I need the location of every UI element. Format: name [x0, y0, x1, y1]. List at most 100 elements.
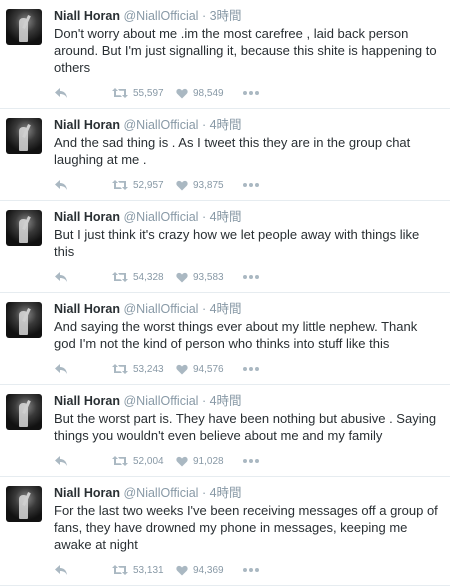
like-button[interactable]: 98,549 — [176, 88, 242, 99]
tweet-feed: Niall Horan @NiallOfficial · 3時間 Don't w… — [0, 0, 450, 586]
retweet-icon — [112, 180, 128, 190]
more-button[interactable] — [242, 458, 266, 464]
more-button[interactable] — [242, 567, 266, 573]
more-button[interactable] — [242, 274, 266, 280]
avatar[interactable] — [6, 302, 42, 338]
like-button[interactable]: 91,028 — [176, 456, 242, 467]
tweet-header: Niall Horan @NiallOfficial · 4時間 — [54, 485, 442, 501]
like-count: 94,576 — [193, 363, 224, 375]
user-name[interactable]: Niall Horan — [54, 210, 120, 224]
like-button[interactable]: 94,576 — [176, 364, 242, 375]
avatar[interactable] — [6, 394, 42, 430]
user-handle[interactable]: @NiallOfficial — [123, 210, 198, 224]
avatar[interactable] — [6, 486, 42, 522]
reply-button[interactable] — [54, 363, 112, 375]
user-name[interactable]: Niall Horan — [54, 9, 120, 23]
retweet-count: 54,328 — [133, 271, 164, 283]
reply-icon — [55, 88, 67, 98]
avatar[interactable] — [6, 210, 42, 246]
retweet-icon — [112, 565, 128, 575]
retweet-button[interactable]: 53,243 — [112, 363, 176, 375]
heart-icon — [176, 364, 188, 374]
timestamp[interactable]: 4時間 — [210, 118, 242, 132]
tweet-actions: 54,328 93,583 — [54, 266, 442, 288]
retweet-button[interactable]: 52,957 — [112, 179, 176, 191]
more-icon — [243, 568, 259, 572]
tweet-text: But the worst part is. They have been no… — [54, 411, 437, 443]
tweet[interactable]: Niall Horan @NiallOfficial · 4時間 And say… — [0, 293, 450, 385]
reply-button[interactable] — [54, 87, 112, 99]
more-button[interactable] — [242, 182, 266, 188]
like-button[interactable]: 93,875 — [176, 180, 242, 191]
user-name[interactable]: Niall Horan — [54, 118, 120, 132]
like-button[interactable]: 94,369 — [176, 565, 242, 576]
tweet-text: But I just think it's crazy how we let p… — [54, 227, 420, 259]
retweet-button[interactable]: 54,328 — [112, 271, 176, 283]
reply-icon — [55, 364, 67, 374]
retweet-count: 52,957 — [133, 179, 164, 191]
reply-icon — [55, 180, 67, 190]
like-count: 93,875 — [193, 179, 224, 191]
reply-icon — [55, 456, 67, 466]
user-name[interactable]: Niall Horan — [54, 394, 120, 408]
heart-icon — [176, 272, 188, 282]
more-icon — [243, 183, 259, 187]
timestamp[interactable]: 4時間 — [210, 394, 242, 408]
user-name[interactable]: Niall Horan — [54, 302, 120, 316]
heart-icon — [176, 88, 188, 98]
timestamp[interactable]: 4時間 — [210, 302, 242, 316]
tweet[interactable]: Niall Horan @NiallOfficial · 4時間 But the… — [0, 385, 450, 477]
separator-dot: · — [201, 118, 207, 132]
tweet[interactable]: Niall Horan @NiallOfficial · 4時間 But I j… — [0, 201, 450, 293]
tweet-text: Don't worry about me .im the most carefr… — [54, 26, 437, 75]
like-button[interactable]: 93,583 — [176, 272, 242, 283]
tweet-actions: 52,004 91,028 — [54, 450, 442, 472]
separator-dot: · — [201, 394, 207, 408]
user-name[interactable]: Niall Horan — [54, 486, 120, 500]
like-count: 93,583 — [193, 271, 224, 283]
tweet-text: And saying the worst things ever about m… — [54, 319, 418, 351]
user-handle[interactable]: @NiallOfficial — [123, 486, 198, 500]
more-button[interactable] — [242, 90, 266, 96]
avatar[interactable] — [6, 118, 42, 154]
tweet-actions: 52,957 93,875 — [54, 174, 442, 196]
retweet-button[interactable]: 52,004 — [112, 455, 176, 467]
reply-icon — [55, 565, 67, 575]
more-icon — [243, 459, 259, 463]
heart-icon — [176, 180, 188, 190]
more-button[interactable] — [242, 366, 266, 372]
timestamp[interactable]: 4時間 — [210, 210, 242, 224]
timestamp[interactable]: 4時間 — [210, 486, 242, 500]
retweet-button[interactable]: 53,131 — [112, 564, 176, 576]
timestamp[interactable]: 3時間 — [210, 9, 242, 23]
retweet-icon — [112, 456, 128, 466]
reply-button[interactable] — [54, 564, 112, 576]
more-icon — [243, 91, 259, 95]
reply-button[interactable] — [54, 179, 112, 191]
heart-icon — [176, 456, 188, 466]
tweet-text: For the last two weeks I've been receivi… — [54, 503, 438, 552]
reply-icon — [55, 272, 67, 282]
avatar[interactable] — [6, 9, 42, 45]
separator-dot: · — [201, 486, 207, 500]
retweet-count: 53,131 — [133, 564, 164, 576]
retweet-count: 55,597 — [133, 87, 164, 99]
user-handle[interactable]: @NiallOfficial — [123, 118, 198, 132]
tweet-actions: 53,131 94,369 — [54, 559, 442, 581]
retweet-icon — [112, 272, 128, 282]
user-handle[interactable]: @NiallOfficial — [123, 302, 198, 316]
user-handle[interactable]: @NiallOfficial — [123, 9, 198, 23]
reply-button[interactable] — [54, 455, 112, 467]
separator-dot: · — [201, 9, 207, 23]
user-handle[interactable]: @NiallOfficial — [123, 394, 198, 408]
tweet[interactable]: Niall Horan @NiallOfficial · 4時間 For the… — [0, 477, 450, 586]
tweet[interactable]: Niall Horan @NiallOfficial · 3時間 Don't w… — [0, 0, 450, 109]
reply-button[interactable] — [54, 271, 112, 283]
retweet-count: 52,004 — [133, 455, 164, 467]
like-count: 98,549 — [193, 87, 224, 99]
tweet-header: Niall Horan @NiallOfficial · 4時間 — [54, 301, 442, 317]
retweet-button[interactable]: 55,597 — [112, 87, 176, 99]
tweet[interactable]: Niall Horan @NiallOfficial · 4時間 And the… — [0, 109, 450, 201]
tweet-header: Niall Horan @NiallOfficial · 3時間 — [54, 8, 442, 24]
more-icon — [243, 275, 259, 279]
